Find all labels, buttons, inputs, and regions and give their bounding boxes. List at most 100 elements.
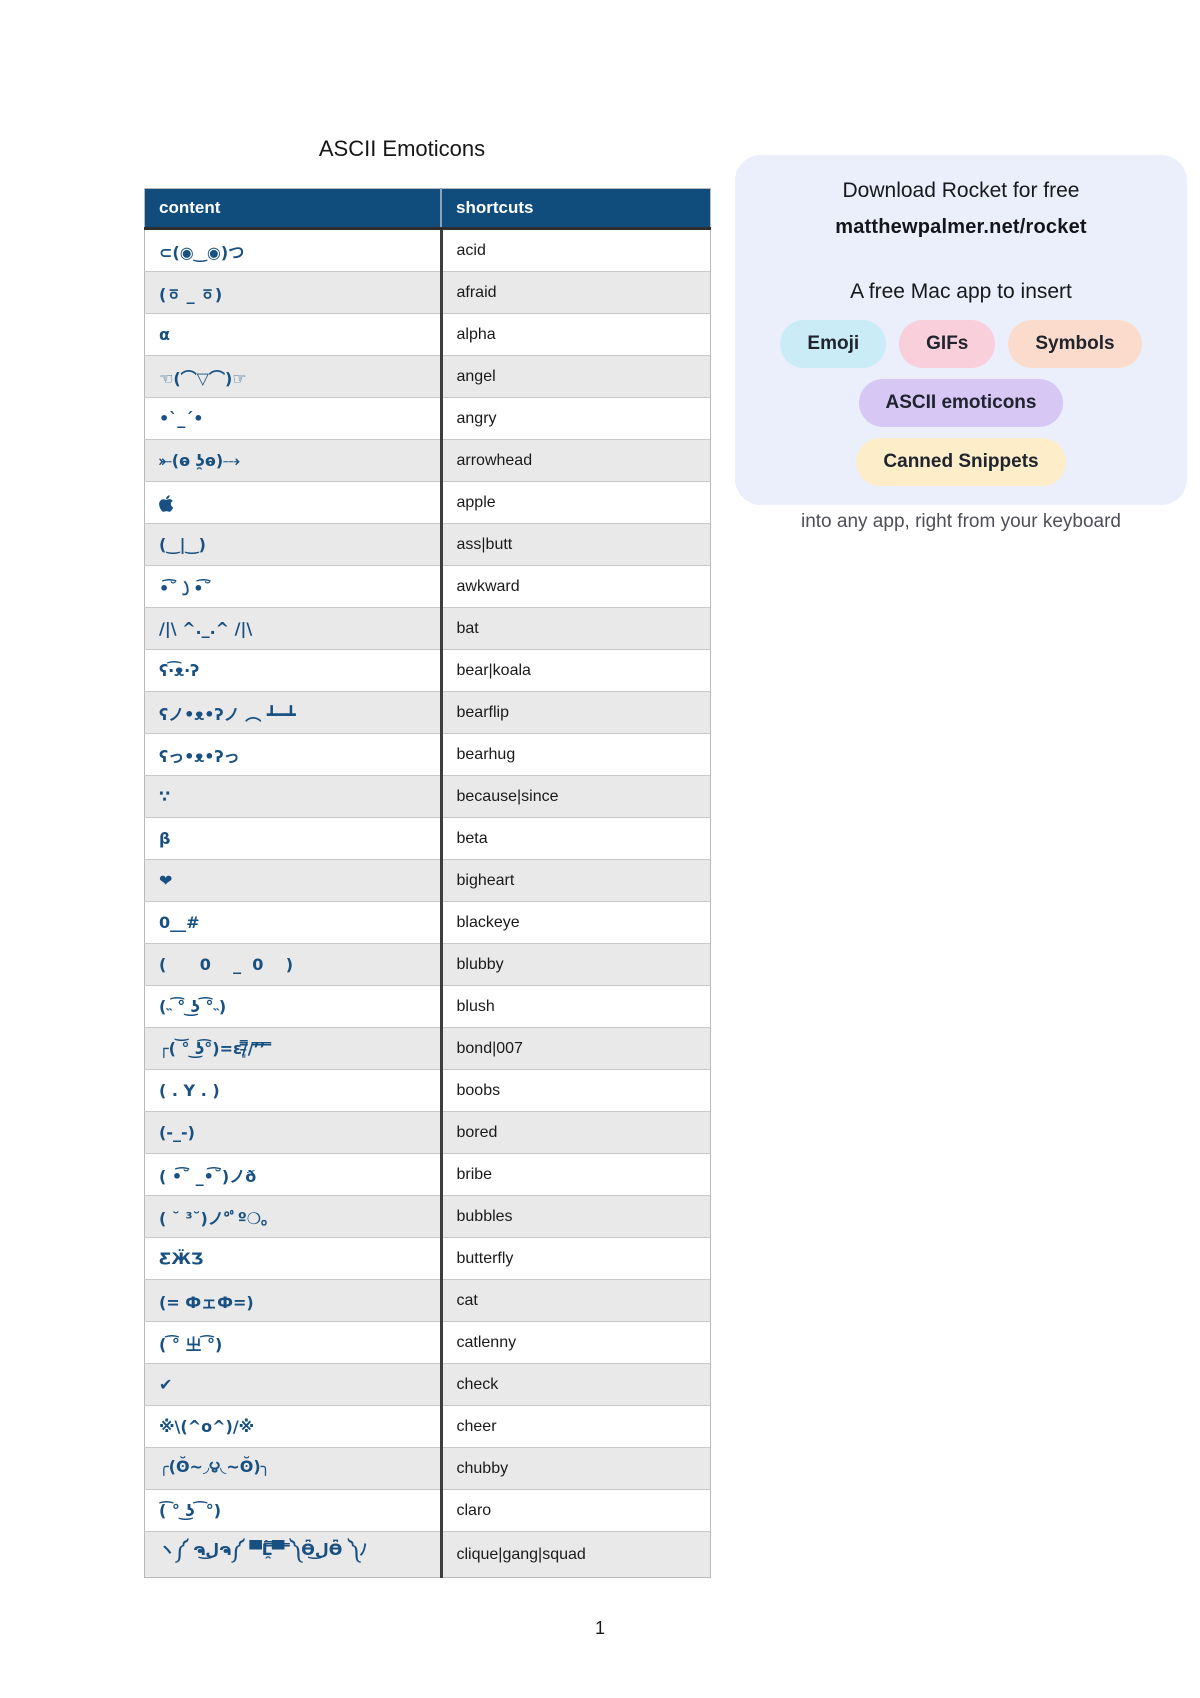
emoticon-content-cell: 0__# <box>144 901 443 944</box>
page-number: 1 <box>594 1618 605 1638</box>
table-row: •͡˘㇁•͡˘ awkward <box>144 565 711 608</box>
emoticon-content-cell: ( 0 _ 0 ) <box>144 943 443 986</box>
emoticon-content-cell: ( •͡˘ _•͡˘)ノð <box>144 1153 443 1196</box>
table-row: ( ˘ ³˘)ノ°ﾟº❍｡ bubbles <box>144 1195 711 1238</box>
emoticon-content-cell: (˵ ͡° ͜ʖ ͡°˵) <box>144 985 443 1028</box>
emoticon-content-cell: ʕノ•ᴥ•ʔノ ︵ ┻━┻ <box>144 691 443 734</box>
emoticon-content-cell: ✔ <box>144 1363 443 1406</box>
promo-link[interactable]: matthewpalmer.net/rocket <box>735 216 1187 239</box>
emoticon-content-cell: ( ͡° 㞢 ͡°) <box>144 1321 443 1364</box>
emoticon-content-cell: (= ФェФ=) <box>144 1279 443 1322</box>
shortcut-cell: afraid <box>441 271 711 314</box>
table-row: α alpha <box>144 313 711 356</box>
table-row: ʕ·͡ᴥ·ʔ bear|koala <box>144 649 711 692</box>
emoticons-table: content shortcuts ⊂(◉‿◉)つ acid (ㆆ _ ㆆ) afra… <box>144 188 711 1578</box>
table-header-row: content shortcuts <box>144 188 711 230</box>
table-row: (˵ ͡° ͜ʖ ͡°˵) blush <box>144 985 711 1028</box>
emoticon-content-cell: ※\(^o^)/※ <box>144 1405 443 1448</box>
promo-subheading: A free Mac app to insert <box>850 280 1072 303</box>
table-row: ☜(⌒▽⌒)☞ angel <box>144 355 711 398</box>
shortcut-cell: apple <box>441 481 711 524</box>
table-row: ( . Y . ) boobs <box>144 1069 711 1112</box>
table-row: ╭(ʘ̆~◞౪◟~ʘ̆)╮ chubby <box>144 1447 711 1490</box>
table-row: ∵ because|since <box>144 775 711 818</box>
table-row: ʕっ•ᴥ•ʔっ bearhug <box>144 733 711 776</box>
shortcut-cell: chubby <box>441 1447 711 1490</box>
page-title: ASCII Emoticons <box>318 136 486 161</box>
rocket-promo-panel: Download Rocket for free matthewpalmer.n… <box>735 155 1187 532</box>
table-row: ƸӜƷ butterfly <box>144 1237 711 1280</box>
feature-pill-canned-snippets: Canned Snippets <box>856 438 1066 486</box>
table-row: ⊂(◉‿◉)つ acid <box>144 228 711 272</box>
shortcut-cell: catlenny <box>441 1321 711 1364</box>
emoticon-content-cell: β <box>144 817 443 860</box>
emoticon-content-cell: ƸӜƷ <box>144 1237 443 1280</box>
emoticon-content-cell: ʕ·͡ᴥ·ʔ <box>144 649 443 692</box>
table-row: /|\ ^._.^ /|\ bat <box>144 607 711 650</box>
emoticon-content-cell: ヽ༼ ຈل͜ຈ༼ ▀̿̿Ĺ̯̿̿▀̿ ̿༽Ɵ͆ل͜Ɵ͆ ༽ﾉ <box>144 1531 443 1578</box>
emoticon-content-cell: ∵ <box>144 775 443 818</box>
shortcut-cell: bored <box>441 1111 711 1154</box>
document-page: ASCII Emoticons content shortcuts ⊂(◉‿◉)… <box>0 0 1200 1698</box>
feature-pill-symbols: Symbols <box>1008 320 1142 368</box>
emoticon-content-cell: ⤜(ⱺ ʖ̯ⱺ)⤏ <box>144 439 443 482</box>
shortcut-cell: bat <box>441 607 711 650</box>
emoticon-content-cell: ʕっ•ᴥ•ʔっ <box>144 733 443 776</box>
shortcut-cell: bribe <box>441 1153 711 1196</box>
table-row: ヽ༼ ຈل͜ຈ༼ ▀̿̿Ĺ̯̿̿▀̿ ̿༽Ɵ͆ل͜Ɵ͆ ༽ﾉ clique|gan… <box>144 1531 711 1578</box>
emoticon-content-cell: ☜(⌒▽⌒)☞ <box>144 355 443 398</box>
shortcut-cell: alpha <box>441 313 711 356</box>
table-header: content shortcuts <box>144 188 711 230</box>
emoticon-content-cell: /|\ ^._.^ /|\ <box>144 607 443 650</box>
table-row: 0__# blackeye <box>144 901 711 944</box>
emoticon-content-cell: α <box>144 313 443 356</box>
table-row: (͡ ° ͜ʖ ͡ °) claro <box>144 1489 711 1532</box>
shortcut-cell: bearhug <box>441 733 711 776</box>
shortcut-cell: bubbles <box>441 1195 711 1238</box>
shortcut-cell: awkward <box>441 565 711 608</box>
table-row: ❤ bigheart <box>144 859 711 902</box>
emoticon-content-cell: ┌( ͝° ͜ʖ͡°)=ε/̵͇̿̿/’̿’̿ ̿ <box>144 1027 443 1070</box>
shortcut-cell: cheer <box>441 1405 711 1448</box>
emoticon-content-cell: (ㆆ _ ㆆ) <box>144 271 443 314</box>
shortcut-cell: arrowhead <box>441 439 711 482</box>
table-row: ✔ check <box>144 1363 711 1406</box>
table-row: ʕノ•ᴥ•ʔノ ︵ ┻━┻ bearflip <box>144 691 711 734</box>
emoticon-content-cell: ╭(ʘ̆~◞౪◟~ʘ̆)╮ <box>144 1447 443 1490</box>
emoticon-table-body: ⊂(◉‿◉)つ acid (ㆆ _ ㆆ) afraid α alpha ☜(⌒▽⌒)☞ ang… <box>144 228 711 1578</box>
table-row: (= ФェФ=) cat <box>144 1279 711 1322</box>
shortcut-cell: bond|007 <box>441 1027 711 1070</box>
table-row: •`_´• angry <box>144 397 711 440</box>
shortcut-cell: ass|butt <box>441 523 711 566</box>
shortcut-cell: because|since <box>441 775 711 818</box>
emoticon-content-cell: •`_´• <box>144 397 443 440</box>
table-row: ※\(^o^)/※ cheer <box>144 1405 711 1448</box>
promo-heading: Download Rocket for free <box>842 179 1080 202</box>
shortcut-cell: bear|koala <box>441 649 711 692</box>
emoticon-content-cell: ❤ <box>144 859 443 902</box>
shortcut-cell: beta <box>441 817 711 860</box>
emoticon-content-cell: ( ˘ ³˘)ノ°ﾟº❍｡ <box>144 1195 443 1238</box>
emoticon-content-cell: ⊂(◉‿◉)つ <box>144 228 443 272</box>
column-header-shortcuts: shortcuts <box>441 188 711 230</box>
shortcut-cell: claro <box>441 1489 711 1532</box>
shortcut-cell: bigheart <box>441 859 711 902</box>
feature-pill-ascii-emoticons: ASCII emoticons <box>858 379 1064 427</box>
shortcut-cell: bearflip <box>441 691 711 734</box>
emoticon-content-cell: (͡ ° ͜ʖ ͡ °) <box>144 1489 443 1532</box>
shortcut-cell: blush <box>441 985 711 1028</box>
emoticon-content-cell: (-_-) <box>144 1111 443 1154</box>
shortcut-cell: blackeye <box>441 901 711 944</box>
table-row: apple <box>144 481 711 524</box>
feature-pills: Emoji GIFs Symbols ASCII emoticons Canned Sn… <box>757 320 1165 486</box>
shortcut-cell: acid <box>441 228 711 272</box>
table-row: ( 0 _ 0 ) blubby <box>144 943 711 986</box>
apple-logo-icon <box>159 493 174 512</box>
emoticon-content-cell: •͡˘㇁•͡˘ <box>144 565 443 608</box>
table-row: (-_-) bored <box>144 1111 711 1154</box>
shortcut-cell: angel <box>441 355 711 398</box>
column-header-content: content <box>144 188 442 230</box>
table-row: ( ͡° 㞢 ͡°) catlenny <box>144 1321 711 1364</box>
shortcut-cell: boobs <box>441 1069 711 1112</box>
table-row: ⤜(ⱺ ʖ̯ⱺ)⤏ arrowhead <box>144 439 711 482</box>
